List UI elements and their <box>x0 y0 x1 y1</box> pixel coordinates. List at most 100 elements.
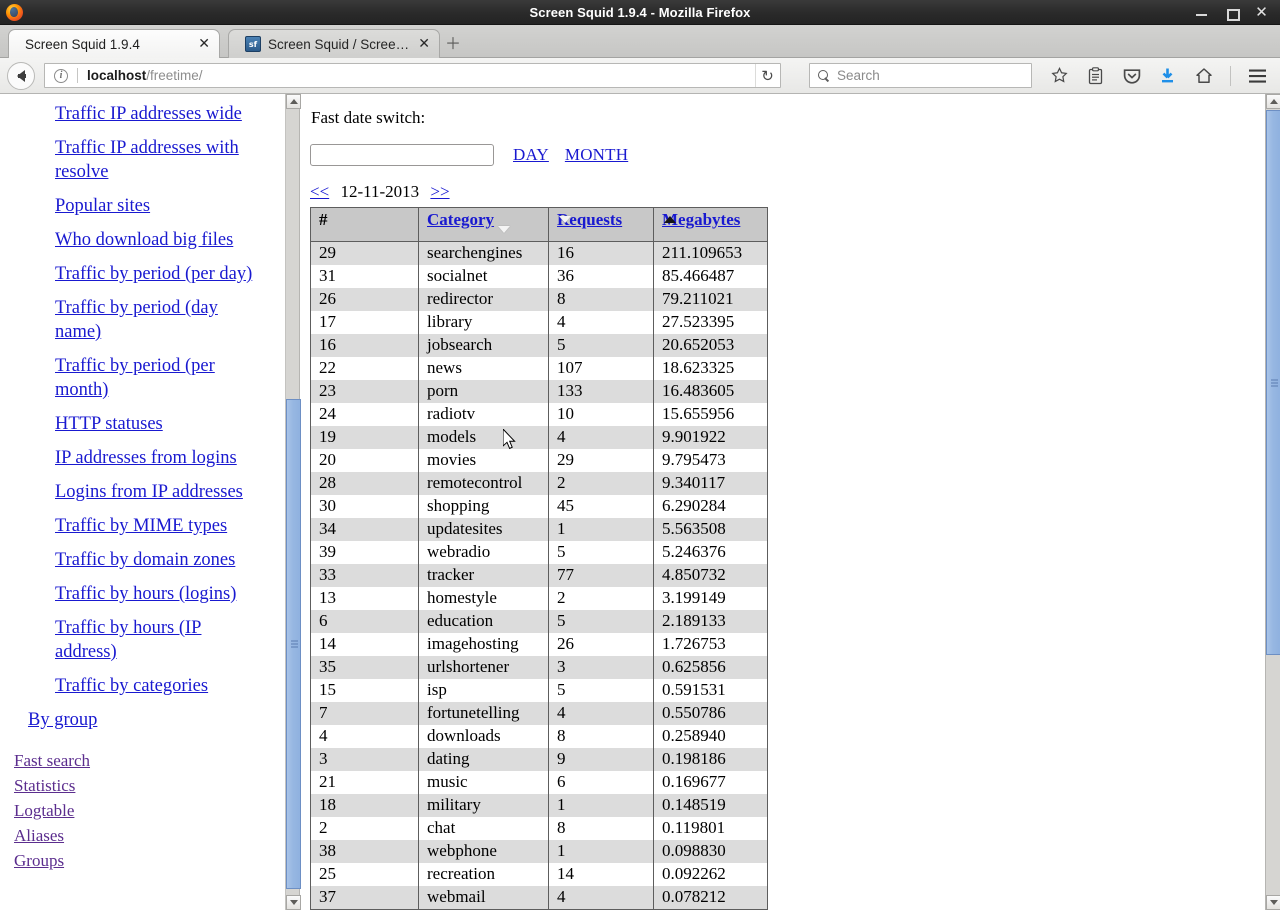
table-body: 29searchengines16211.10965331socialnet36… <box>311 242 768 910</box>
sidebar-item-traffic-by-categories[interactable]: Traffic by categories <box>55 674 265 698</box>
cell-requests: 133 <box>549 380 654 403</box>
cell-category: recreation <box>419 863 549 886</box>
page-info-icon[interactable]: i <box>54 69 68 83</box>
sidebar-item-mime-types[interactable]: Traffic by MIME types <box>55 514 265 538</box>
cell-megabytes: 211.109653 <box>654 242 768 266</box>
cell-requests: 5 <box>549 541 654 564</box>
sidebar-item-domain-zones[interactable]: Traffic by domain zones <box>55 548 265 572</box>
next-date-link[interactable]: >> <box>430 182 449 201</box>
close-window-button[interactable]: ✕ <box>1255 6 1268 19</box>
date-navigation: << 12-11-2013 >> <box>310 182 1264 202</box>
reload-icon[interactable]: ↻ <box>755 64 779 87</box>
maximize-button[interactable] <box>1225 6 1238 19</box>
menu-icon[interactable] <box>1248 66 1267 86</box>
home-icon[interactable] <box>1194 66 1213 86</box>
cell-requests: 10 <box>549 403 654 426</box>
cell-number: 13 <box>311 587 419 610</box>
scrollbar-grip <box>1271 379 1278 386</box>
month-link[interactable]: MONTH <box>565 145 628 165</box>
sidebar-item-hours-logins[interactable]: Traffic by hours (logins) <box>55 582 265 606</box>
sidebar-item-hours-ip-address[interactable]: Traffic by hours (IP address) <box>55 616 265 664</box>
sort-descending-icon[interactable] <box>559 216 571 223</box>
cell-number: 19 <box>311 426 419 449</box>
sidebar-item-period-day-name[interactable]: Traffic by period (day name) <box>55 296 265 344</box>
fast-date-switch-label: Fast date switch: <box>311 108 1264 128</box>
sidebar-item-statistics[interactable]: Statistics <box>14 773 285 798</box>
sidebar-item-by-group[interactable]: By group <box>28 708 238 732</box>
cell-category: webradio <box>419 541 549 564</box>
back-button[interactable] <box>7 62 35 90</box>
main-content: Fast date switch: DAY MONTH << 12-11-201… <box>301 94 1264 910</box>
downloads-icon[interactable] <box>1158 66 1177 86</box>
tab-strip: Screen Squid 1.9.4 ✕ sf Screen Squid / S… <box>0 25 1280 58</box>
day-link[interactable]: DAY <box>513 145 549 165</box>
table-row: 14imagehosting261.726753 <box>311 633 768 656</box>
sidebar-item-period-per-day[interactable]: Traffic by period (per day) <box>55 262 265 286</box>
scroll-down-button[interactable] <box>1266 895 1280 910</box>
date-input[interactable] <box>310 144 494 166</box>
cell-category: webphone <box>419 840 549 863</box>
search-bar[interactable]: Search <box>809 63 1032 88</box>
tab-screen-squid[interactable]: Screen Squid 1.9.4 ✕ <box>8 29 220 58</box>
cell-category: imagehosting <box>419 633 549 656</box>
sort-descending-icon[interactable] <box>498 226 510 233</box>
reader-list-icon[interactable] <box>1086 66 1105 86</box>
categories-table: # Category Requests Megabytes 29searchen… <box>310 207 768 910</box>
sidebar-item-groups[interactable]: Groups <box>14 848 285 873</box>
sidebar-item-ip-from-logins[interactable]: IP addresses from logins <box>55 446 265 470</box>
tab-screen-squid-sourceforge[interactable]: sf Screen Squid / Scree… ✕ <box>228 29 440 58</box>
pocket-icon[interactable] <box>1122 66 1141 86</box>
column-header-requests[interactable]: Requests <box>549 208 654 242</box>
cell-number: 26 <box>311 288 419 311</box>
sidebar-navigation: Traffic IP addresses wide Traffic IP add… <box>0 94 285 910</box>
scroll-down-button[interactable] <box>286 895 301 910</box>
scrollbar-thumb[interactable] <box>1266 110 1280 655</box>
sidebar-item-big-files[interactable]: Who download big files <box>55 228 265 252</box>
prev-date-link[interactable]: << <box>310 182 329 201</box>
cell-megabytes: 0.550786 <box>654 702 768 725</box>
table-row: 39webradio55.246376 <box>311 541 768 564</box>
sidebar-item-traffic-ip-resolve[interactable]: Traffic IP addresses with resolve <box>55 136 265 184</box>
cell-requests: 1 <box>549 794 654 817</box>
sidebar-item-period-per-month[interactable]: Traffic by period (per month) <box>55 354 265 402</box>
new-tab-button[interactable]: ＋ <box>444 36 462 54</box>
cell-megabytes: 2.189133 <box>654 610 768 633</box>
column-header-category[interactable]: Category <box>419 208 549 242</box>
scrollbar-thumb[interactable] <box>286 399 301 889</box>
minimize-button[interactable] <box>1195 6 1208 19</box>
bookmark-star-icon[interactable] <box>1050 66 1069 86</box>
sort-ascending-active-icon[interactable] <box>664 216 676 223</box>
sidebar-item-aliases[interactable]: Aliases <box>14 823 285 848</box>
cell-requests: 5 <box>549 334 654 357</box>
column-label-category[interactable]: Category <box>427 210 494 229</box>
column-header-number: # <box>311 208 419 242</box>
cell-requests: 1 <box>549 840 654 863</box>
sidebar-scrollbar[interactable] <box>285 94 300 910</box>
column-header-megabytes[interactable]: Megabytes <box>654 208 768 242</box>
table-row: 7fortunetelling40.550786 <box>311 702 768 725</box>
cell-requests: 9 <box>549 748 654 771</box>
cell-megabytes: 4.850732 <box>654 564 768 587</box>
cell-category: music <box>419 771 549 794</box>
cell-requests: 14 <box>549 863 654 886</box>
sidebar-item-fast-search[interactable]: Fast search <box>14 748 285 773</box>
scroll-up-button[interactable] <box>1266 94 1280 109</box>
cell-requests: 16 <box>549 242 654 266</box>
table-row: 18military10.148519 <box>311 794 768 817</box>
sidebar-item-logtable[interactable]: Logtable <box>14 798 285 823</box>
table-row: 28remotecontrol29.340117 <box>311 472 768 495</box>
cell-megabytes: 0.591531 <box>654 679 768 702</box>
cell-requests: 107 <box>549 357 654 380</box>
sidebar-item-traffic-ip-wide[interactable]: Traffic IP addresses wide <box>55 102 265 126</box>
close-icon[interactable]: ✕ <box>198 37 210 51</box>
sidebar-item-popular-sites[interactable]: Popular sites <box>55 194 265 218</box>
cell-number: 15 <box>311 679 419 702</box>
close-icon[interactable]: ✕ <box>418 37 430 51</box>
cell-requests: 6 <box>549 771 654 794</box>
sidebar-item-http-statuses[interactable]: HTTP statuses <box>55 412 265 436</box>
scroll-up-button[interactable] <box>286 94 301 109</box>
sidebar-item-logins-from-ip[interactable]: Logins from IP addresses <box>55 480 265 504</box>
page-scrollbar[interactable] <box>1265 94 1280 910</box>
url-bar[interactable]: i localhost/freetime/ ↻ <box>44 63 781 88</box>
table-row: 33tracker774.850732 <box>311 564 768 587</box>
